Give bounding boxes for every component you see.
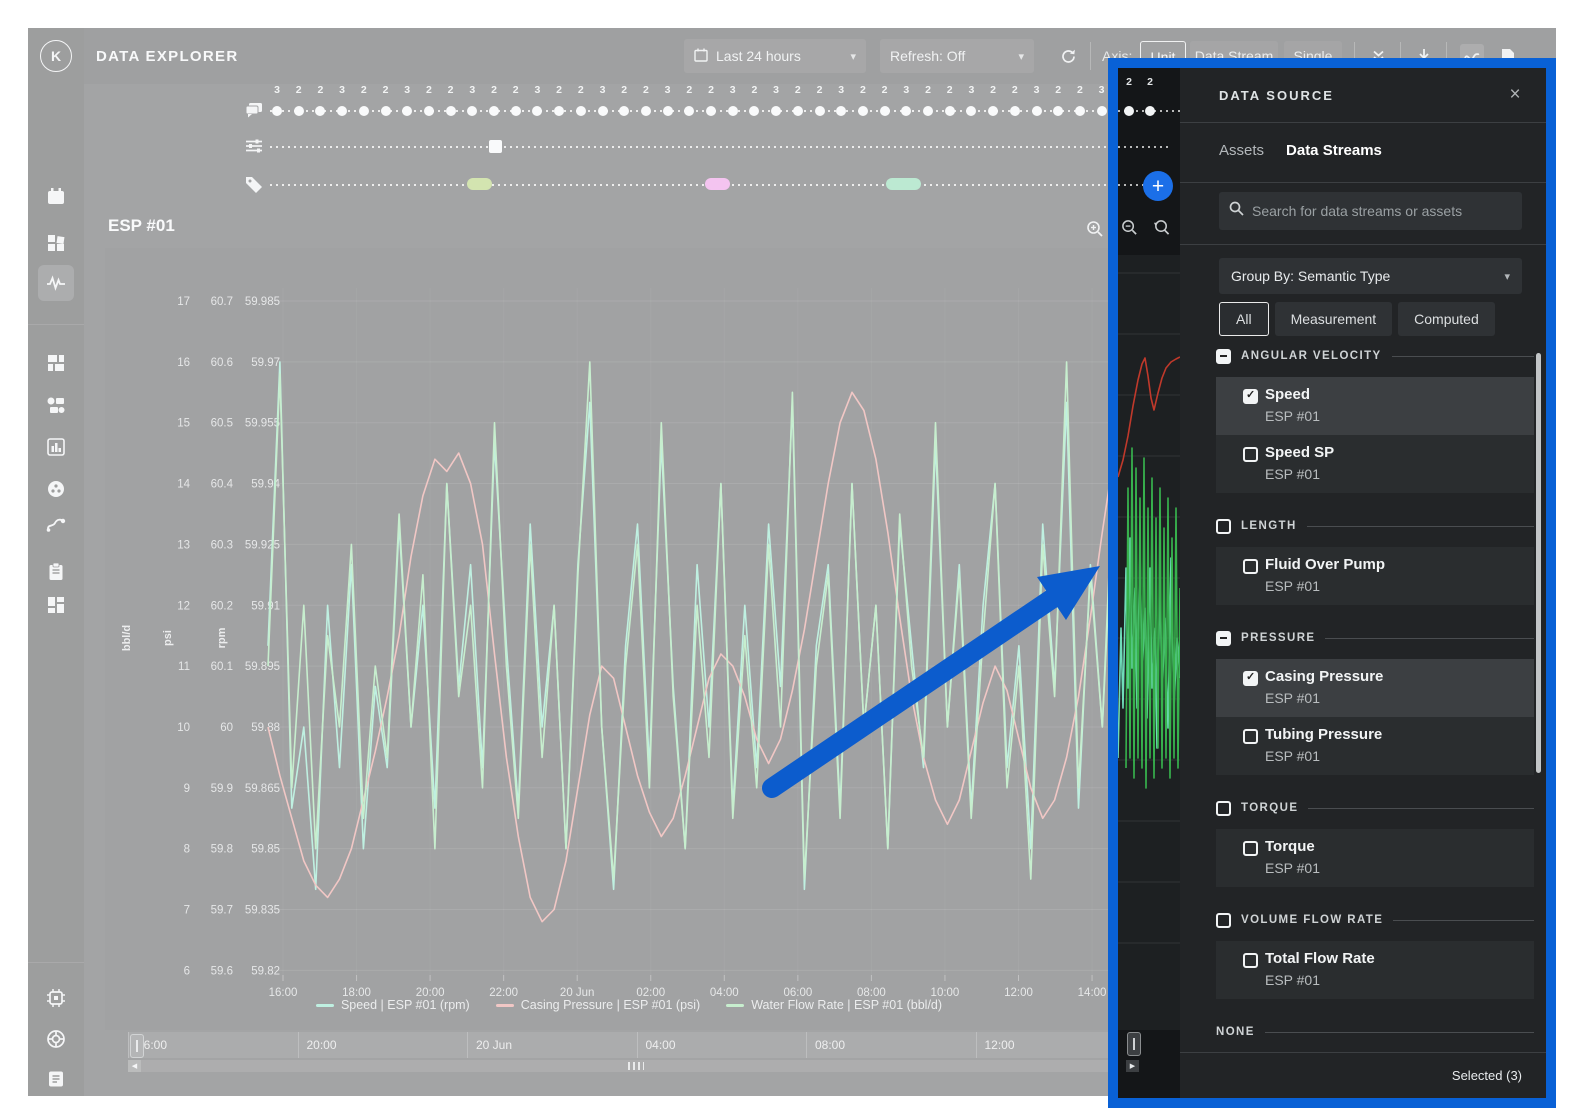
stream-group: ANGULAR VELOCITY Speed ESP #01 Speed SP ESP … xyxy=(1216,346,1534,493)
group-checkbox[interactable] xyxy=(1216,630,1231,646)
filter-computed-button[interactable]: Computed xyxy=(1398,302,1495,336)
group-label: ANGULAR VELOCITY xyxy=(1241,350,1382,362)
filter-measurement-button[interactable]: Measurement xyxy=(1274,302,1393,336)
stream-group: VOLUME FLOW RATE Total Flow Rate ESP #01 xyxy=(1216,910,1534,999)
stream-name: Torque xyxy=(1265,838,1315,855)
stream-item-total-flow-rate[interactable]: Total Flow Rate ESP #01 xyxy=(1216,941,1534,999)
stream-asset: ESP #01 xyxy=(1265,578,1321,594)
annotation-count: 2 xyxy=(1147,76,1153,88)
stream-asset: ESP #01 xyxy=(1265,972,1321,988)
stream-name: Speed SP xyxy=(1265,444,1335,461)
group-checkbox[interactable] xyxy=(1216,518,1231,534)
stream-item-casing-pressure[interactable]: Casing Pressure ESP #01 xyxy=(1216,659,1534,717)
group-header: PRESSURE xyxy=(1216,628,1534,648)
stream-name: Casing Pressure xyxy=(1265,668,1384,685)
data-source-panel: DATA SOURCE × Assets Data Streams Search … xyxy=(1180,68,1546,1098)
stream-asset: ESP #01 xyxy=(1265,466,1321,482)
zoom-out-icon[interactable] xyxy=(1121,219,1138,236)
stream-name: Tubing Pressure xyxy=(1265,726,1383,743)
group-label: VOLUME FLOW RATE xyxy=(1241,914,1384,926)
group-checkbox[interactable] xyxy=(1216,800,1231,816)
stream-checkbox[interactable] xyxy=(1243,953,1258,968)
group-checkbox[interactable] xyxy=(1216,348,1231,364)
stream-checkbox[interactable] xyxy=(1243,388,1258,404)
stream-group: PRESSURECasing PressureESP #01Tubing Pre… xyxy=(1216,628,1534,775)
stream-name: Total Flow Rate xyxy=(1265,950,1375,967)
tab-data-streams[interactable]: Data Streams xyxy=(1286,142,1382,159)
group-label: PRESSURE xyxy=(1241,632,1316,644)
data-stream-list: ANGULAR VELOCITY Speed ESP #01 Speed SP ESP … xyxy=(1216,346,1534,1052)
stream-checkbox[interactable] xyxy=(1243,841,1258,856)
stream-asset: ESP #01 xyxy=(1265,748,1321,764)
scrubber-right-handle[interactable] xyxy=(1127,1032,1141,1056)
stream-item-speed[interactable]: Speed ESP #01 xyxy=(1216,377,1534,435)
annotation-marker[interactable] xyxy=(1145,106,1155,116)
group-label: TORQUE xyxy=(1241,802,1299,814)
close-icon[interactable]: × xyxy=(1504,84,1526,106)
stream-item-fluid-over-pump[interactable]: Fluid Over Pump ESP #01 xyxy=(1216,547,1534,605)
stream-name: Speed xyxy=(1265,386,1311,403)
scroll-right-arrow[interactable]: ▶ xyxy=(1126,1060,1139,1072)
group-checkbox[interactable] xyxy=(1216,912,1231,928)
group-label: NONE xyxy=(1216,1026,1255,1038)
chevron-down-icon: ▾ xyxy=(1504,270,1510,283)
stream-group: LENGTH Fluid Over Pump ESP #01 xyxy=(1216,516,1534,605)
stream-checkbox[interactable] xyxy=(1243,447,1258,462)
stream-asset: ESP #01 xyxy=(1265,860,1321,876)
stream-item-tubing-pressure[interactable]: Tubing Pressure ESP #01 xyxy=(1216,717,1534,775)
filter-all-button[interactable]: All xyxy=(1219,302,1269,336)
stream-group: NONEGas Flow RateESP #01 xyxy=(1216,1022,1534,1052)
stream-item-torque[interactable]: Torque ESP #01 xyxy=(1216,829,1534,887)
annotation-count: 2 xyxy=(1126,76,1132,88)
chart-overflow-strip: + ▶ 2 2 xyxy=(1118,68,1180,1098)
stream-group: TORQUE Torque ESP #01 xyxy=(1216,798,1534,887)
stream-checkbox[interactable] xyxy=(1243,729,1258,744)
stream-checkbox[interactable] xyxy=(1243,559,1258,574)
stream-item-speed-sp[interactable]: Speed SP ESP #01 xyxy=(1216,435,1534,493)
search-icon xyxy=(1229,201,1244,221)
group-header: ANGULAR VELOCITY xyxy=(1216,346,1534,366)
search-placeholder: Search for data streams or assets xyxy=(1252,203,1463,219)
tab-assets[interactable]: Assets xyxy=(1219,142,1264,159)
zoom-reset-icon[interactable] xyxy=(1153,219,1170,236)
stream-name: Fluid Over Pump xyxy=(1265,556,1386,573)
group-header: NONE xyxy=(1216,1022,1534,1042)
group-by-select[interactable]: Group By: Semantic Type ▾ xyxy=(1219,258,1522,294)
add-annotation-button[interactable]: + xyxy=(1143,171,1173,201)
panel-title: DATA SOURCE xyxy=(1219,87,1334,103)
highlight-box: + ▶ 2 2 DATA SOURCE × Assets Data Streams … xyxy=(1108,58,1556,1108)
group-header: LENGTH xyxy=(1216,516,1534,536)
panel-scrollbar-thumb[interactable] xyxy=(1536,353,1541,773)
search-input[interactable]: Search for data streams or assets xyxy=(1219,192,1522,230)
group-header: VOLUME FLOW RATE xyxy=(1216,910,1534,930)
group-header: TORQUE xyxy=(1216,798,1534,818)
stream-asset: ESP #01 xyxy=(1265,690,1321,706)
selected-count: Selected (3) xyxy=(1180,1052,1546,1098)
stream-checkbox[interactable] xyxy=(1243,670,1258,686)
annotation-marker[interactable] xyxy=(1124,106,1134,116)
group-label: LENGTH xyxy=(1241,520,1297,532)
stream-asset: ESP #01 xyxy=(1265,408,1321,424)
